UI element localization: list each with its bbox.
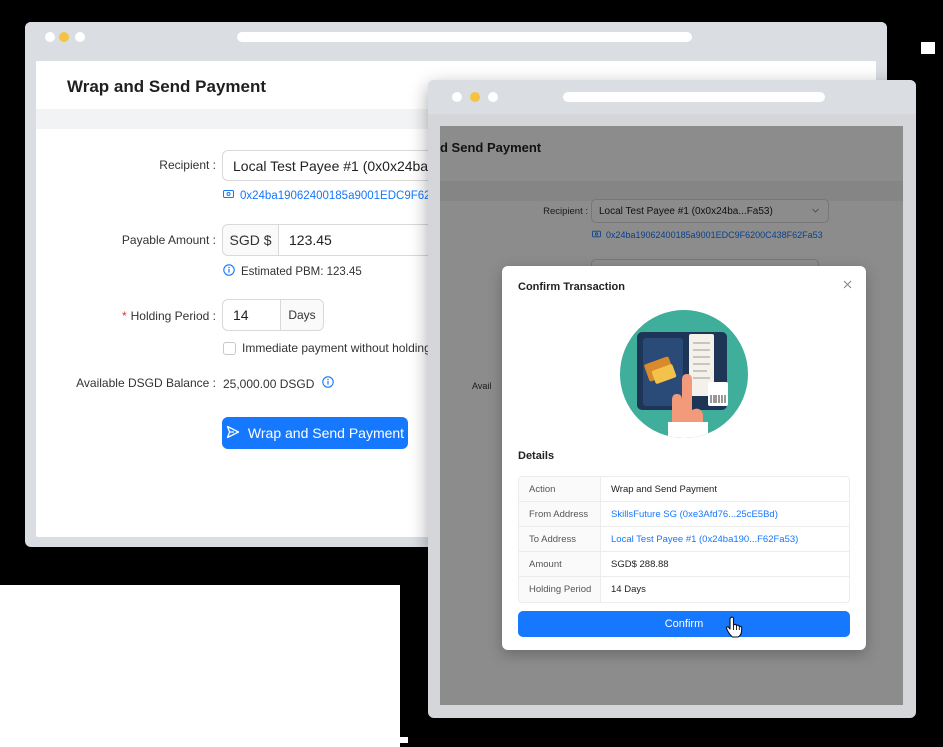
details-title: Details xyxy=(518,450,555,462)
details-key: Amount xyxy=(519,552,601,576)
confirm-button[interactable]: Confirm xyxy=(518,611,850,637)
screenshot-canvas: Wrap and Send Payment Recipient : Local … xyxy=(0,0,943,747)
from-address-link[interactable]: SkillsFuture SG (0xe3Afd76...25cE5Bd) xyxy=(601,509,778,520)
confirm-transaction-modal: Confirm Transaction Details Action Wrap … xyxy=(502,266,866,650)
decor-patch-top-right xyxy=(921,42,935,54)
page-title: Wrap and Send Payment xyxy=(67,77,267,96)
details-value: 14 Days xyxy=(611,584,646,595)
details-key: From Address xyxy=(519,502,601,526)
payment-illustration xyxy=(620,310,748,438)
details-table: Action Wrap and Send Payment From Addres… xyxy=(518,476,850,603)
window-titlebar xyxy=(25,22,887,52)
holding-period-unit: Days xyxy=(280,299,324,331)
currency-addon: SGD $ xyxy=(222,224,279,256)
wrap-and-send-button[interactable]: Wrap and Send Payment xyxy=(222,417,408,449)
details-key: Holding Period xyxy=(519,577,601,602)
wallet-icon xyxy=(222,189,235,202)
info-icon[interactable] xyxy=(322,376,335,391)
maximize-window-dot[interactable] xyxy=(488,92,498,102)
holding-period-value: 14 xyxy=(233,307,249,323)
recipient-label: Recipient : xyxy=(159,158,216,172)
holding-period-label: * Holding Period : xyxy=(121,309,216,323)
details-value: SGD$ 288.88 xyxy=(611,558,669,570)
payment-form-page-dimmed: d Send Payment Recipient : Local Test Pa… xyxy=(440,126,903,705)
wrap-and-send-button-label: Wrap and Send Payment xyxy=(247,425,405,441)
balance-value: 25,000.00 DSGD xyxy=(223,376,335,391)
immediate-payment-checkbox[interactable] xyxy=(223,342,236,355)
close-window-dot[interactable] xyxy=(452,92,462,102)
details-row-amount: Amount SGD$ 288.88 xyxy=(519,552,849,577)
estimated-pbm-text: Estimated PBM: 123.45 xyxy=(241,265,362,278)
decor-patch-bottom-left xyxy=(0,585,400,747)
details-row-to-address: To Address Local Test Payee #1 (0x24ba19… xyxy=(519,527,849,552)
details-value: Wrap and Send Payment xyxy=(611,483,717,495)
to-address-link[interactable]: Local Test Payee #1 (0x24ba190...F62Fa53… xyxy=(601,534,798,545)
recipient-address-link[interactable]: 0x24ba19062400185a9001EDC9F62 xyxy=(222,189,431,202)
currency-addon-text: SGD $ xyxy=(229,232,272,248)
details-row-holding-period: Holding Period 14 Days xyxy=(519,577,849,602)
amount-input-value: 123.45 xyxy=(289,232,332,248)
details-row-from-address: From Address SkillsFuture SG (0xe3Afd76.… xyxy=(519,502,849,527)
holding-period-input[interactable]: 14 xyxy=(222,299,281,331)
minimize-window-dot[interactable] xyxy=(470,92,480,102)
details-key: To Address xyxy=(519,527,601,551)
holding-period-unit-text: Days xyxy=(288,308,316,322)
close-icon[interactable] xyxy=(843,276,852,292)
window-titlebar xyxy=(428,80,916,114)
modal-title: Confirm Transaction xyxy=(518,281,625,293)
estimated-pbm-note: Estimated PBM: 123.45 xyxy=(223,264,362,279)
address-bar[interactable] xyxy=(563,92,825,102)
details-key: Action xyxy=(519,477,601,501)
info-icon xyxy=(223,264,235,279)
send-icon xyxy=(226,425,240,442)
maximize-window-dot[interactable] xyxy=(75,32,85,42)
details-row-action: Action Wrap and Send Payment xyxy=(519,477,849,502)
confirm-browser-window: d Send Payment Recipient : Local Test Pa… xyxy=(428,80,916,718)
hand-cursor-icon xyxy=(725,616,743,643)
close-window-dot[interactable] xyxy=(45,32,55,42)
decor-patch-bottom-mid xyxy=(400,737,408,743)
payable-amount-label: Payable Amount : xyxy=(121,233,216,247)
recipient-select-value: Local Test Payee #1 (0x0x24ba...Fa xyxy=(233,157,457,174)
balance-value-text: 25,000.00 DSGD xyxy=(223,376,315,391)
recipient-select[interactable]: Local Test Payee #1 (0x0x24ba...Fa xyxy=(222,150,462,181)
address-bar[interactable] xyxy=(237,32,692,42)
minimize-window-dot[interactable] xyxy=(59,32,69,42)
balance-label: Available DSGD Balance : xyxy=(76,376,216,390)
immediate-payment-label: Immediate payment without holding xyxy=(242,341,431,355)
recipient-address-text: 0x24ba19062400185a9001EDC9F62 xyxy=(240,189,431,202)
confirm-button-label: Confirm xyxy=(664,618,704,630)
